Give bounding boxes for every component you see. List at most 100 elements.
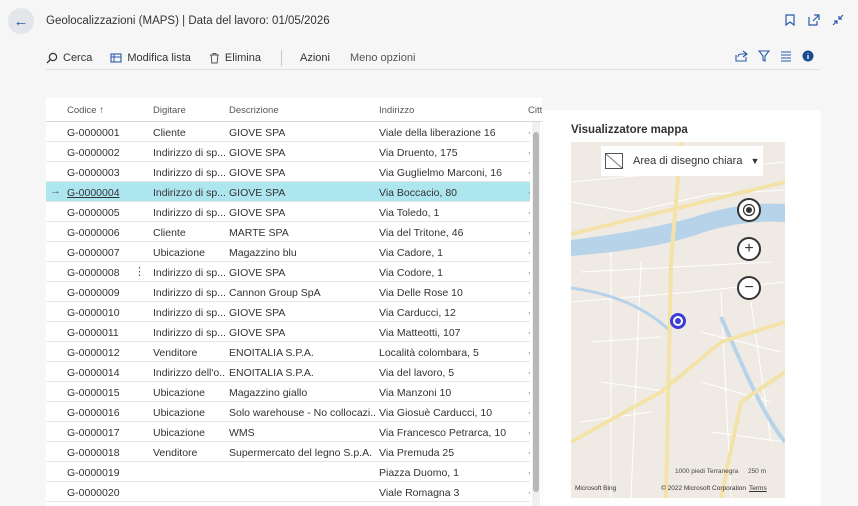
map-style-swatch [605,153,623,169]
table-row[interactable]: G-0000010 Indirizzo di sp... GIOVE SPA Via … [46,302,531,322]
open-new-window-icon[interactable] [808,13,820,27]
cell-code[interactable]: G-0000017 [67,427,147,439]
table-row[interactable]: G-0000018 Venditore Supermercato del legno… [46,442,531,462]
table-row[interactable]: G-0000019 Piazza Duomo, 1, [46,462,531,482]
delete-label: Elimina [224,51,261,64]
cell-address: Via Codore, 1 [379,267,444,279]
cell-type: Indirizzo di sp... [153,287,225,299]
info-icon[interactable] [802,50,814,62]
cell-code[interactable]: G-0000007 [67,247,147,259]
search-button[interactable]: Cerca [46,52,92,64]
edit-list-label: Modifica lista [127,51,191,64]
cell-code[interactable]: G-0000001 [67,127,147,139]
scroll-thumb[interactable] [533,132,539,492]
cell-city: , [528,465,531,475]
action-bar: Cerca Modifica lista Elimina Azioni Meno… [46,46,820,70]
table-row[interactable]: G-0000007 Ubicazione Magazzino blu Via Cado… [46,242,531,262]
table-row[interactable]: G-0000016 Ubicazione Solo warehouse - No c… [46,402,531,422]
row-menu-icon[interactable]: ⋮ [134,265,145,278]
cell-code[interactable]: G-0000011 [67,327,147,339]
column-header-city[interactable]: Città [528,105,542,116]
cell-code[interactable]: G-0000009 [67,287,147,299]
zoom-out-button[interactable]: − [737,276,761,300]
cell-city: , [528,485,531,495]
table-row[interactable]: G-0000012 Venditore ENOITALIA S.P.A. Locali… [46,342,531,362]
collapse-icon[interactable] [832,13,844,27]
list-scrollbar[interactable] [532,122,540,506]
cell-type: Ubicazione [153,407,205,419]
column-header-description[interactable]: Descrizione [229,105,279,116]
actions-menu[interactable]: Azioni [300,52,330,64]
scale-meters: 250 m [747,468,767,475]
cell-city: , [528,165,531,175]
cell-description: GIOVE SPA [229,307,286,319]
table-row[interactable]: G-0000009 Indirizzo di sp... Cannon Group … [46,282,531,302]
list-view-icon[interactable] [780,50,792,62]
cell-type: Venditore [153,347,198,359]
bookmark-icon[interactable] [784,13,796,27]
table-row[interactable]: G-0000003 Indirizzo di sp... GIOVE SPA Via … [46,162,531,182]
cell-code[interactable]: G-0000003 [67,167,147,179]
cell-type: Ubicazione [153,427,205,439]
cell-code[interactable]: G-0000010 [67,307,147,319]
cell-city: , [528,345,531,355]
cell-description: GIOVE SPA [229,327,286,339]
cell-code[interactable]: G-0000004 [67,187,147,199]
cell-description: WMS [229,427,255,439]
toolbar-divider [281,49,282,66]
search-label: Cerca [63,51,93,64]
table-row[interactable]: G-0000017 Ubicazione WMS Via Francesco Petr… [46,422,531,442]
fewer-options-button[interactable]: Meno opzioni [350,52,415,64]
filter-icon[interactable] [758,50,770,62]
cell-city: , [528,145,531,155]
table-row[interactable]: G-0000014 Indirizzo dell'o... ENOITALIA S.… [46,362,531,382]
cell-description: ENOITALIA S.P.A. [229,347,314,359]
share-icon[interactable] [735,50,748,62]
locate-me-button[interactable] [737,198,761,222]
map-style-dropdown[interactable]: Area di disegno chiara ▼ [601,146,763,176]
cell-code[interactable]: G-0000018 [67,447,147,459]
cell-code[interactable]: G-0000019 [67,467,147,479]
trash-icon [209,52,219,63]
edit-list-button[interactable]: Modifica lista [110,52,191,64]
cell-description: GIOVE SPA [229,207,286,219]
cell-code[interactable]: G-0000006 [67,227,147,239]
cell-address: Via del Tritone, 46 [379,227,464,239]
cell-code[interactable]: G-0000012 [67,347,147,359]
cell-type: Venditore [153,447,198,459]
delete-button[interactable]: Elimina [209,52,261,64]
cell-city: , [528,265,531,275]
table-row[interactable]: G-0000020 Viale Romagna 3, [46,482,531,502]
cell-type: Ubicazione [153,387,205,399]
map-title: Visualizzatore mappa [571,124,688,136]
back-button[interactable]: ← [8,8,34,34]
cell-code[interactable]: G-0000014 [67,367,147,379]
cell-code[interactable]: G-0000015 [67,387,147,399]
location-pin-icon[interactable] [670,313,686,329]
cell-address: Via Manzoni 10 [379,387,452,399]
cell-code[interactable]: G-0000016 [67,407,147,419]
table-row[interactable]: G-0000011 Indirizzo di sp... GIOVE SPA Via … [46,322,531,342]
map-canvas[interactable]: Area di disegno chiara ▼ + − 1000 piedi … [571,142,785,498]
page-title: Geolocalizzazioni (MAPS) | Data del lavo… [46,15,330,27]
cell-code[interactable]: G-0000005 [67,207,147,219]
table-row[interactable]: G-0000001 Cliente GIOVE SPA Viale della lib… [46,122,531,142]
table-row[interactable]: → G-0000004 Indirizzo di sp... GIOVE SPA Via… [46,182,531,202]
zoom-in-button[interactable]: + [737,237,761,261]
scale-brand: Terranegra [706,468,739,475]
column-header-code[interactable]: Codice ↑ [67,105,104,116]
cell-code[interactable]: G-0000002 [67,147,147,159]
column-header-type[interactable]: Digitare [153,105,186,116]
table-row[interactable]: G-0000015 Ubicazione Magazzino giallo Via M… [46,382,531,402]
cell-address: Via Guglielmo Marconi, 16 [379,167,502,179]
table-row[interactable]: G-0000002 Indirizzo di sp... GIOVE SPA Via … [46,142,531,162]
table-row[interactable]: G-0000008 ⋮ Indirizzo di sp... GIOVE SPA Via… [46,262,531,282]
column-header-address[interactable]: Indirizzo [379,105,414,116]
table-row[interactable]: G-0000005 Indirizzo di sp... GIOVE SPA Via … [46,202,531,222]
map-terms-link[interactable]: Terms [749,485,767,492]
search-icon [46,52,58,63]
cell-city: , [528,325,531,335]
table-row[interactable]: G-0000006 Cliente MARTE SPA Via del Tritone… [46,222,531,242]
cell-address: Via Delle Rose 10 [379,287,463,299]
cell-code[interactable]: G-0000020 [67,487,147,499]
